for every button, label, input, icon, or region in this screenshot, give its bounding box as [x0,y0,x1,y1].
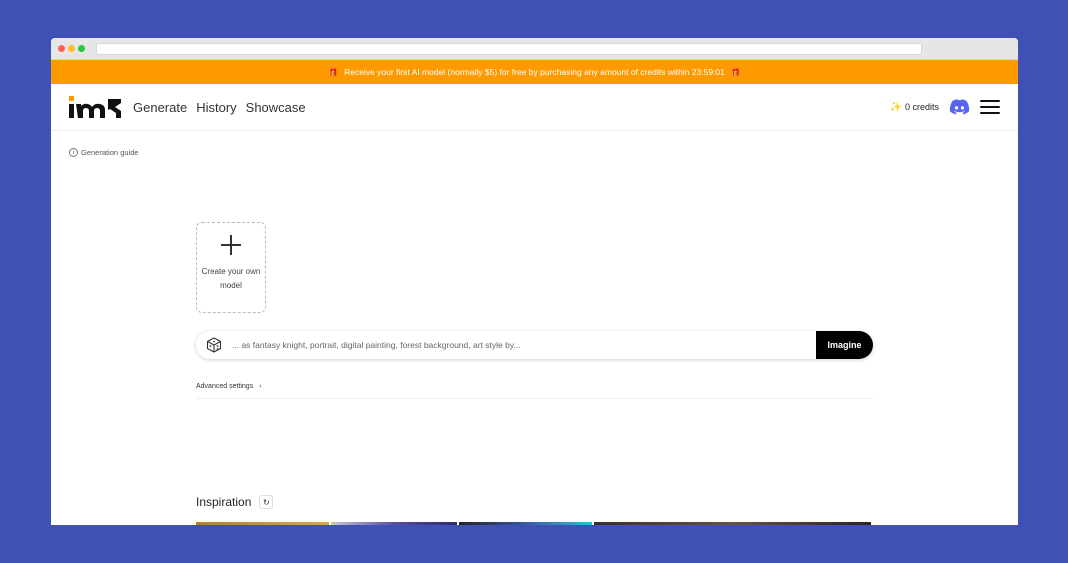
chevron-right-icon: › [259,383,262,390]
menu-icon[interactable] [980,100,1000,114]
generation-guide-link[interactable]: i Generation guide [69,148,139,157]
refresh-icon[interactable]: ↻ [259,495,274,509]
browser-window: 🎁 Receive your first AI model (normally … [51,38,1018,525]
create-model-label: Create your own model [201,267,261,290]
plus-icon [221,235,241,255]
prompt-input[interactable] [232,340,816,350]
browser-chrome [51,38,1018,60]
sparkle-icon: ✨ [889,101,902,113]
generation-guide-label: Generation guide [81,148,139,157]
imagine-button[interactable]: Imagine [816,331,873,359]
credits-label: 0 credits [904,102,939,112]
inspiration-thumbnail[interactable] [331,522,457,525]
promo-banner[interactable]: 🎁 Receive your first AI model (normally … [51,60,1018,84]
advanced-settings-label: Advanced settings [196,383,254,390]
gift-icon: 🎁 [328,67,339,77]
close-window-button[interactable] [58,45,65,52]
minimize-window-button[interactable] [68,45,75,52]
prompt-bar: Imagine [196,331,873,359]
discord-icon[interactable] [949,99,970,115]
nav-right: ✨ 0 credits [890,99,1000,115]
dice-icon[interactable] [206,337,222,353]
maximize-window-button[interactable] [78,45,85,52]
top-nav: Generate History Showcase ✨ 0 credits [51,84,1018,131]
inspiration-title: Inspiration [196,495,252,509]
nav-showcase[interactable]: Showcase [246,100,306,115]
nav-generate[interactable]: Generate [133,100,187,115]
nav-history[interactable]: History [196,100,236,115]
info-icon: i [69,148,78,157]
promo-text: Receive your first AI model (normally $5… [344,67,725,77]
gift-icon: 🎁 [730,67,741,77]
advanced-settings-toggle[interactable]: Advanced settings › [196,383,873,399]
inspiration-thumbnail[interactable] [196,522,329,525]
inspiration-thumbnail[interactable] [594,522,871,525]
credits-display[interactable]: ✨ 0 credits [890,102,939,113]
site-logo[interactable] [69,96,121,118]
address-bar[interactable] [96,43,922,55]
inspiration-thumbnail[interactable] [459,522,592,525]
inspiration-gallery [196,522,873,525]
create-model-card[interactable]: Create your own model [196,222,266,313]
inspiration-header: Inspiration ↻ [196,495,274,509]
